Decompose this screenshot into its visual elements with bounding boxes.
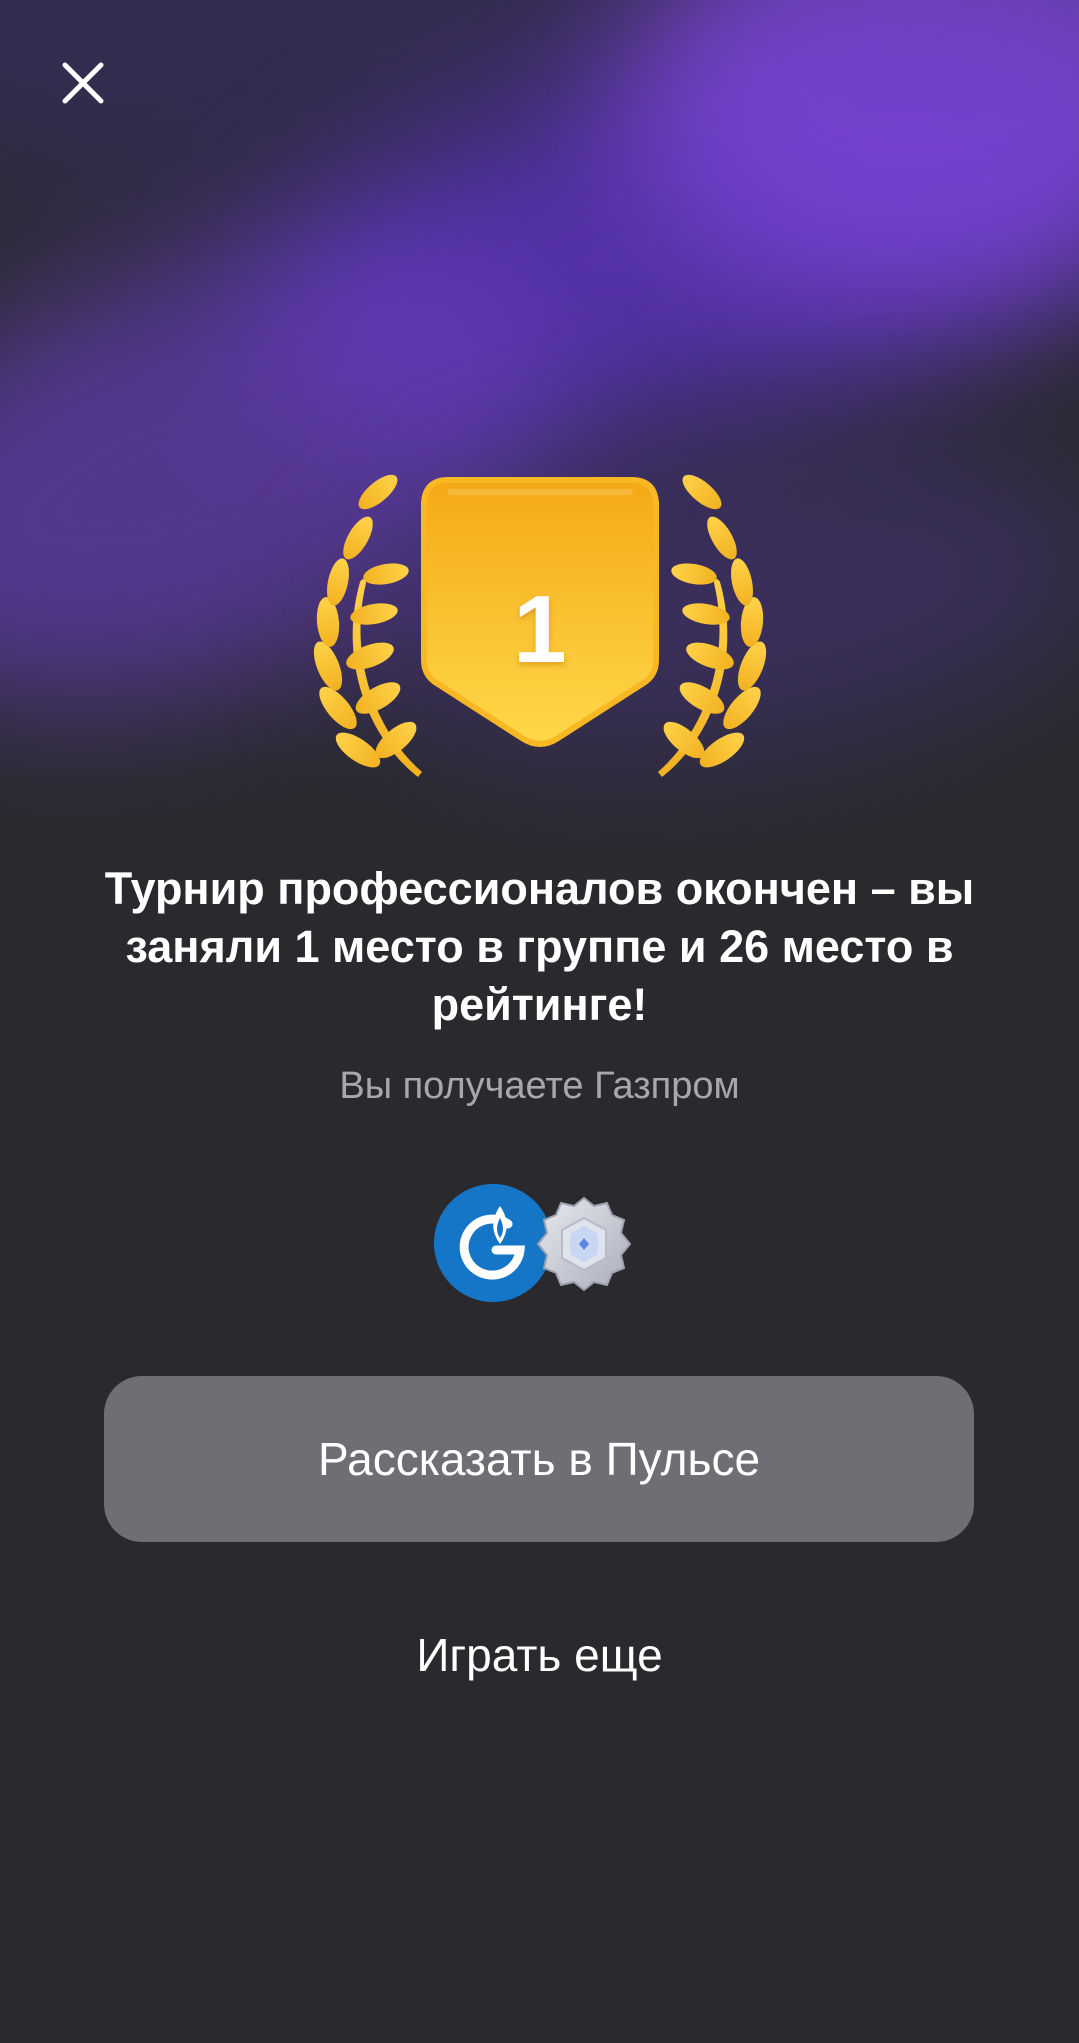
close-icon (62, 62, 104, 104)
result-headline: Турнир профессионалов окончен – вы занял… (104, 863, 975, 1030)
gazprom-logo-icon (434, 1184, 552, 1302)
share-in-pulse-button[interactable]: Рассказать в Пульсе (104, 1376, 974, 1542)
laurel-right (658, 474, 767, 777)
place-trophy: 1 (300, 470, 780, 800)
silver-badge-icon (536, 1196, 632, 1292)
play-again-button[interactable]: Играть еще (300, 1618, 779, 1692)
place-number: 1 (513, 576, 567, 683)
reward-icons (432, 1182, 632, 1306)
close-button[interactable] (52, 52, 114, 114)
laurel-left (313, 474, 422, 777)
reward-subtitle: Вы получаете Газпром (339, 1065, 740, 1107)
